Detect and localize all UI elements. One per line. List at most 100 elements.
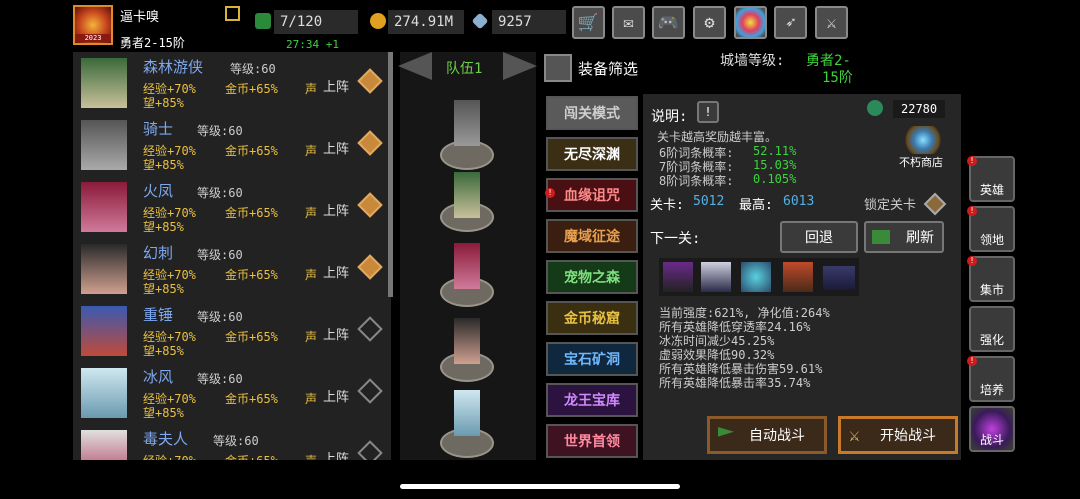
feather-icon[interactable]: ➶ <box>774 6 807 39</box>
hero-level: 等级:60 <box>197 372 243 386</box>
hero-fame-prefix: 声 <box>305 206 318 220</box>
hero-level: 等级:60 <box>197 310 243 324</box>
hero-name: 森林游侠 <box>143 58 204 76</box>
currency-value: 22780 <box>893 100 946 118</box>
alert-badge: ! <box>967 356 977 366</box>
hero-sprite <box>81 306 127 356</box>
mail-icon[interactable]: ✉ <box>612 6 645 39</box>
side-menu-label: 强化 <box>979 333 1004 347</box>
home-indicator[interactable] <box>400 484 680 489</box>
hero-row-phantom-assassin[interactable]: 幻刺 等级:60 经验+70% 金币+65% 声 望+85% 上阵 <box>73 238 391 301</box>
auto-battle-label: 自动战斗 <box>749 428 805 444</box>
lock-stage-toggle[interactable] <box>923 192 947 216</box>
deploy-button[interactable]: 上阵 <box>323 324 349 343</box>
mode-gem-mine[interactable]: 宝石矿洞 <box>546 342 638 376</box>
hero-sprite <box>81 368 127 418</box>
deploy-diamond-icon[interactable] <box>357 192 383 218</box>
mode-stage[interactable]: 闯关模式 <box>546 96 638 130</box>
deploy-button[interactable]: 上阵 <box>323 76 349 95</box>
hero-name: 骑士 <box>143 120 174 138</box>
gamepad-icon[interactable]: 🎮 <box>652 6 685 39</box>
player-avatar[interactable]: 2023 <box>73 5 113 45</box>
gem-icon <box>471 12 489 30</box>
effect-line: 所有英雄降低暴击率35.74% <box>659 376 811 390</box>
mode-gold-cave[interactable]: 金币秘窟 <box>546 301 638 335</box>
side-menu-heroes[interactable]: ! 英雄 <box>967 156 1015 202</box>
hero-row-heavy-hammer[interactable]: 重锤 等级:60 经验+70% 金币+65% 声 望+85% 上阵 <box>73 300 391 363</box>
deploy-button[interactable]: 上阵 <box>323 386 349 405</box>
edit-name-icon[interactable] <box>225 6 240 21</box>
swords-icon[interactable]: ⚔ <box>815 6 848 39</box>
color-wheel-icon[interactable] <box>734 6 767 39</box>
side-menu-territory[interactable]: ! 领地 <box>967 206 1015 252</box>
deploy-diamond-icon[interactable] <box>357 378 383 404</box>
side-menu-battle[interactable]: 战斗 <box>969 406 1015 452</box>
hero-level: 等级:60 <box>230 62 276 76</box>
back-button[interactable]: 回退 <box>780 221 858 253</box>
player-name: 逼卡嗅 <box>120 10 160 25</box>
energy-timer: 27:34 +1 <box>286 38 339 51</box>
hero-name: 幻刺 <box>143 244 174 262</box>
deploy-diamond-icon[interactable] <box>357 68 383 94</box>
mode-blood-curse[interactable]: 血缘诅咒 <box>546 178 638 212</box>
deploy-diamond-icon[interactable] <box>357 440 383 460</box>
hero-row-knight[interactable]: 骑士 等级:60 经验+70% 金币+65% 声 望+85% 上阵 <box>73 114 391 177</box>
flag-icon <box>718 427 734 437</box>
deploy-diamond-icon[interactable] <box>357 130 383 156</box>
enemy-icon <box>663 262 693 292</box>
side-menu-label: 培养 <box>979 383 1004 397</box>
hero-row-forest-ranger[interactable]: 森林游侠 等级:60 经验+70% 金币+65% 声 望+85% 上阵 <box>73 52 391 115</box>
hero-fame-prefix: 声 <box>305 392 318 406</box>
refresh-label: 刷新 <box>906 230 934 246</box>
equip-filter-icon[interactable] <box>544 54 572 82</box>
refresh-button[interactable]: 刷新 <box>864 221 944 253</box>
gear-icon[interactable]: ⚙ <box>693 6 726 39</box>
gems-value: 9257 <box>492 10 566 34</box>
equip-filter-label[interactable]: 装备筛选 <box>578 58 638 79</box>
rate-value: 15.03% <box>753 158 797 172</box>
deploy-button[interactable]: 上阵 <box>323 200 349 219</box>
deploy-button[interactable]: 上阵 <box>323 138 349 157</box>
help-icon[interactable]: ! <box>697 101 719 123</box>
mode-world-boss[interactable]: 世界首领 <box>546 424 638 458</box>
deploy-diamond-icon[interactable] <box>357 316 383 342</box>
hero-level: 等级:60 <box>197 186 243 200</box>
side-menu-market[interactable]: ! 集市 <box>967 256 1015 302</box>
start-battle-label: 开始战斗 <box>880 428 936 444</box>
hero-list-scrollbar[interactable] <box>388 52 393 297</box>
team-label: 队伍1 <box>446 61 483 77</box>
team-hero-ice-wind <box>454 390 480 436</box>
mode-alert-badge: ! <box>545 188 555 198</box>
stage-value: 5012 <box>693 194 725 209</box>
hero-row-lady-poison[interactable]: 毒夫人 等级:60 经验+70% 金币+65% 声 上阵 <box>73 424 391 460</box>
deploy-diamond-icon[interactable] <box>357 254 383 280</box>
mode-endless-abyss[interactable]: 无尽深渊 <box>546 137 638 171</box>
hero-fame-bonus: 望+85% <box>143 406 184 420</box>
hero-fame-prefix: 声 <box>305 268 318 282</box>
hero-row-fire-phoenix[interactable]: 火凤 等级:60 经验+70% 金币+65% 声 望+85% 上阵 <box>73 176 391 239</box>
auto-battle-button[interactable]: 自动战斗 <box>707 416 827 454</box>
side-menu-enhance[interactable]: 强化 <box>969 306 1015 352</box>
deploy-button[interactable]: 上阵 <box>323 448 349 460</box>
start-battle-button[interactable]: ⚔ 开始战斗 <box>838 416 958 454</box>
wall-level-value-2: 15阶 <box>822 70 853 86</box>
info-title: 说明: <box>651 109 688 125</box>
team-hero-forest-ranger <box>454 172 480 218</box>
mode-dragon-vault[interactable]: 龙王宝库 <box>546 383 638 417</box>
side-menu-train[interactable]: ! 培养 <box>967 356 1015 402</box>
mode-demon-realm[interactable]: 魔域征途 <box>546 219 638 253</box>
immortal-shop-label[interactable]: 不朽商店 <box>899 154 943 170</box>
mode-pet-forest[interactable]: 宠物之森 <box>546 260 638 294</box>
hero-list[interactable]: 森林游侠 等级:60 经验+70% 金币+65% 声 望+85% 上阵 骑士 等… <box>73 52 391 460</box>
hero-gold-bonus: 金币+65% <box>225 82 278 96</box>
enemy-icon <box>741 262 771 292</box>
energy-icon <box>255 13 271 29</box>
team-hero-phantom-assassin <box>454 318 480 364</box>
hero-row-ice-wind[interactable]: 冰风 等级:60 经验+70% 金币+65% 声 望+85% 上阵 <box>73 362 391 425</box>
shop-cart-icon[interactable]: 🛒 <box>572 6 605 39</box>
side-menu-label: 战斗 <box>979 433 1004 447</box>
deploy-button[interactable]: 上阵 <box>323 262 349 281</box>
lock-stage-label: 锁定关卡 <box>864 198 917 213</box>
stage-label: 关卡: <box>650 198 684 213</box>
immortal-shop-icon[interactable] <box>905 126 941 154</box>
